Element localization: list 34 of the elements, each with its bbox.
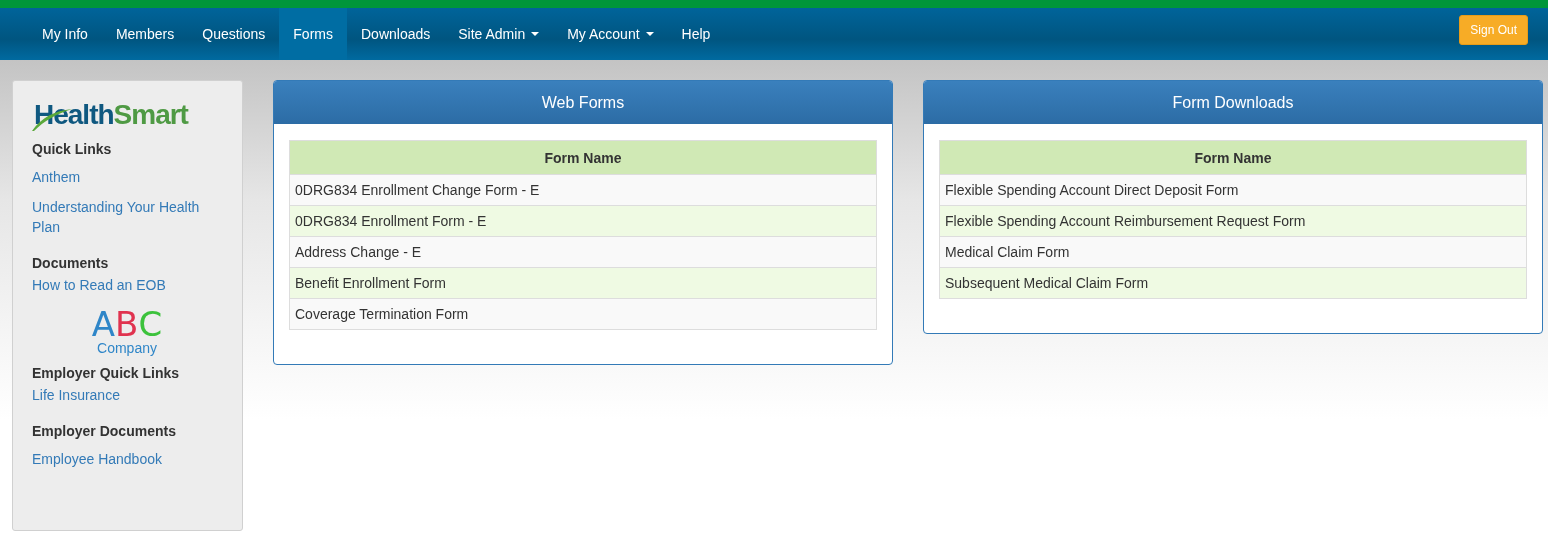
nav-link[interactable]: Questions [188,8,280,60]
section-heading: Employer Documents [32,423,177,439]
sidebar-link[interactable]: Anthem [32,167,212,187]
form-link[interactable]: Flexible Spending Account Direct Deposit Form [939,174,1527,206]
nav-link[interactable]: Forms [279,8,347,60]
panel-title: Form Downloads [924,81,1542,124]
nav-link[interactable]: Site Admin [444,8,554,60]
section-heading: Documents [32,255,110,271]
column-header: Form Name [289,140,877,175]
section-heading: Quick Links [32,141,113,157]
panel-title: Web Forms [274,81,892,124]
caret-icon [645,32,654,36]
column-header: Form Name [939,140,1527,175]
nav-link[interactable]: My Info [28,8,102,60]
company-logo: ABC Company [90,307,164,355]
sidebar-link[interactable]: Understanding Your Health Plan [32,197,212,237]
form-link[interactable]: Benefit Enrollment Form [289,267,877,299]
form-link[interactable]: Subsequent Medical Claim Form [939,267,1527,299]
nav-link[interactable]: Members [101,8,189,60]
nav-link[interactable]: Downloads [347,8,445,60]
form-link[interactable]: Flexible Spending Account Reimbursement Request Form [939,205,1527,237]
logo: HealthSmart [32,99,190,131]
form-link[interactable]: Address Change - E [289,236,877,268]
form-link[interactable]: Coverage Termination Form [289,298,877,330]
form-link[interactable]: Medical Claim Form [939,236,1527,268]
nav-link[interactable]: My Account [553,8,668,60]
caret-icon [531,32,540,36]
sidebar-link[interactable]: Life Insurance [32,385,212,405]
form-link[interactable]: 0DRG834 Enrollment Change Form - E [289,174,877,206]
section-heading: Employer Quick Links [32,365,181,381]
sidebar-link[interactable]: How to Read an EOB [32,275,212,295]
nav-link[interactable]: Help [667,8,725,60]
sidebar-link[interactable]: Employee Handbook [32,449,212,469]
form-link[interactable]: 0DRG834 Enrollment Form - E [289,205,877,237]
